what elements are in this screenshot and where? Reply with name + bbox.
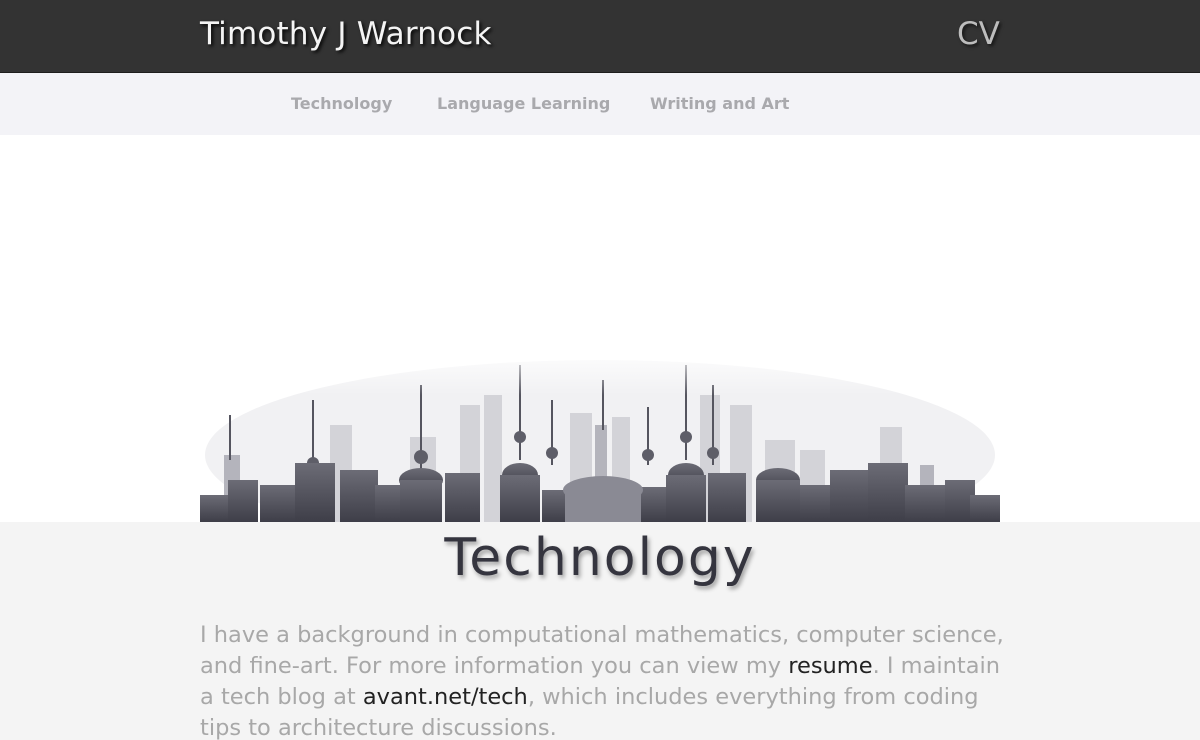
nav-item-writing-and-art[interactable]: Writing and Art xyxy=(650,94,789,113)
cv-link[interactable]: CV xyxy=(957,16,1000,52)
hero-banner xyxy=(0,135,1200,522)
resume-link[interactable]: resume xyxy=(788,653,872,679)
blog-link[interactable]: avant.net/tech xyxy=(363,684,528,710)
nav-item-language-learning[interactable]: Language Learning xyxy=(437,94,610,113)
top-bar: Timothy J Warnock CV xyxy=(0,0,1200,73)
section-nav: Technology Language Learning Writing and… xyxy=(0,73,1200,135)
content-section: Technology I have a background in comput… xyxy=(0,522,1200,740)
nav-item-technology[interactable]: Technology xyxy=(291,94,392,113)
site-title-link[interactable]: Timothy J Warnock xyxy=(200,16,492,52)
skyline-image xyxy=(200,345,1000,522)
page-title: Technology xyxy=(444,528,756,588)
intro-paragraph: I have a background in computational mat… xyxy=(200,620,1010,740)
